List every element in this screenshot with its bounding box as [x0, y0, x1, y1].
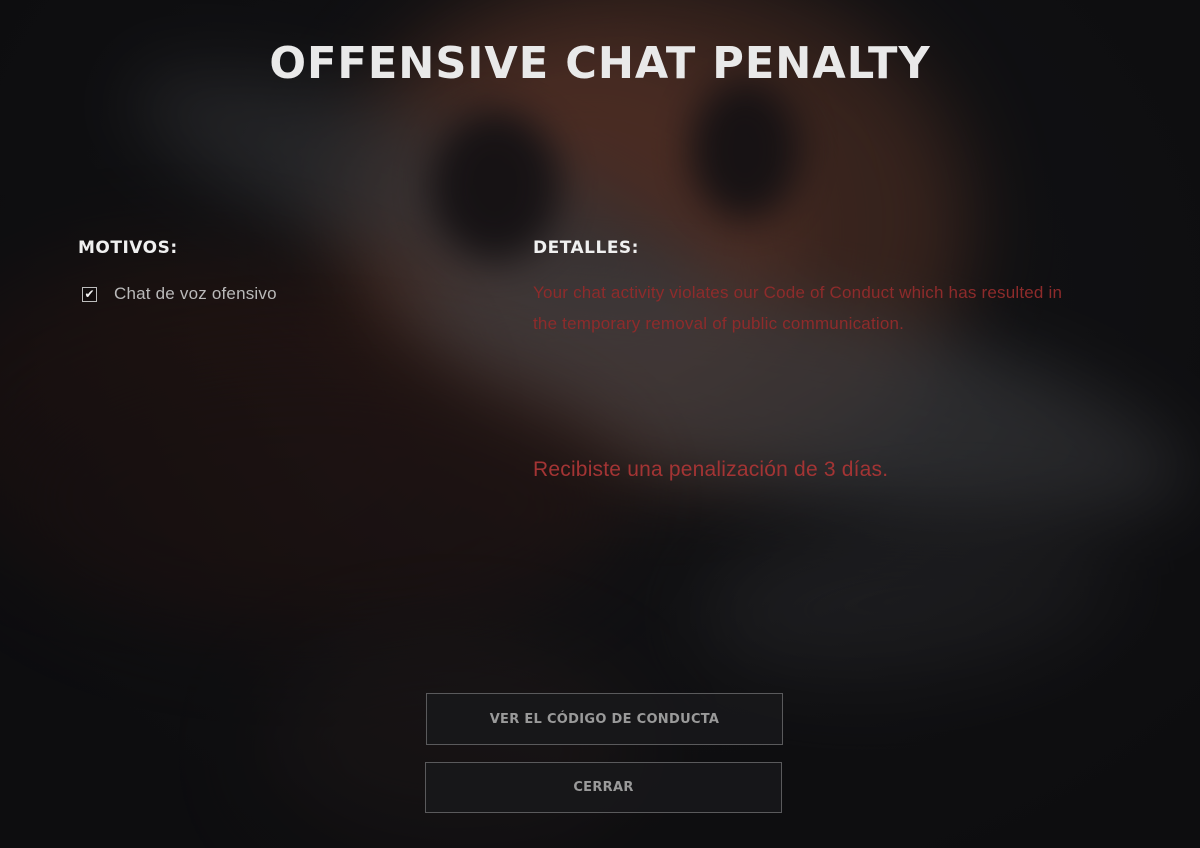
- penalty-duration-text: Recibiste una penalización de 3 días.: [533, 458, 889, 481]
- view-code-of-conduct-label: VER EL CÓDIGO DE CONDUCTA: [489, 711, 720, 727]
- view-code-of-conduct-button[interactable]: VER EL CÓDIGO DE CONDUCTA: [426, 693, 783, 745]
- page-title: OFFENSIVE CHAT PENALTY: [269, 38, 931, 89]
- close-button-label: CERRAR: [573, 780, 634, 795]
- reason-label: Chat de voz ofensivo: [114, 284, 277, 303]
- reasons-heading: MOTIVOS:: [78, 238, 178, 258]
- details-message: Your chat activity violates our Code of …: [533, 283, 1063, 333]
- reason-checkbox: ✔: [82, 286, 97, 302]
- reason-item-offensive-voice-chat: ✔ Chat de voz ofensivo: [82, 284, 277, 304]
- close-button[interactable]: CERRAR: [425, 762, 782, 813]
- penalty-screen: OFFENSIVE CHAT PENALTY MOTIVOS: ✔ Chat d…: [0, 0, 1200, 848]
- details-heading: DETALLES:: [533, 238, 639, 258]
- checkmark-icon: ✔: [84, 287, 95, 301]
